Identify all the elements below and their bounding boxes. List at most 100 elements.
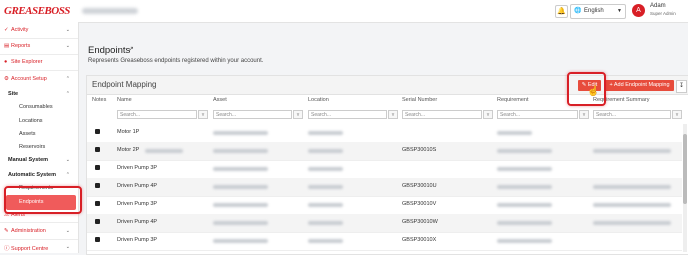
filter-icon[interactable]: ▿: [388, 110, 398, 119]
filter-icon[interactable]: ▿: [579, 110, 589, 119]
sidebar-group-manual-system[interactable]: Manual System: [8, 157, 48, 163]
vertical-scrollbar[interactable]: [683, 124, 687, 252]
blurred-cell: [213, 203, 268, 207]
sidebar-item-locations[interactable]: Locations: [19, 118, 43, 124]
cell-serial: GBSP30010V: [402, 201, 437, 207]
note-icon[interactable]: [95, 129, 100, 134]
blurred-cell: [497, 203, 552, 207]
table-row[interactable]: Motor 1P: [87, 124, 682, 143]
sidebar-item-reports[interactable]: ▤ Reports: [4, 43, 30, 49]
blurred-cell: [145, 149, 183, 153]
avatar[interactable]: A: [632, 4, 645, 17]
cell-serial: GBSP30010W: [402, 219, 438, 225]
user-name[interactable]: Adam: [650, 3, 666, 9]
add-endpoint-mapping-button[interactable]: + Add Endpoint Mapping: [605, 80, 674, 91]
search-input-location[interactable]: Search...: [308, 110, 387, 119]
sidebar-item-reservoirs[interactable]: Reservoirs: [19, 144, 45, 150]
blurred-cell: [497, 185, 552, 189]
sidebar-item-assets[interactable]: Assets: [19, 131, 36, 137]
table-row[interactable]: Motor 2P GBSP30010S: [87, 142, 682, 161]
blurred-cell: [593, 149, 671, 153]
sidebar-item-administration[interactable]: ✎ Administration: [4, 228, 46, 234]
blurred-cell: [308, 239, 343, 243]
globe-icon: 🌐: [574, 8, 582, 14]
blurred-cell: [497, 149, 552, 153]
column-header-requirement[interactable]: Requirement: [497, 97, 529, 103]
language-select[interactable]: 🌐 English ▼: [570, 4, 626, 19]
filter-icon[interactable]: ▿: [198, 110, 208, 119]
column-header-name[interactable]: Name: [117, 97, 132, 103]
chevron-down-icon[interactable]: ⌄: [66, 27, 70, 33]
table-row[interactable]: Driven Pump 4P GBSP30010W: [87, 214, 682, 233]
note-icon[interactable]: [95, 165, 100, 170]
chevron-down-icon: ▼: [617, 8, 622, 14]
column-header-asset[interactable]: Asset: [213, 97, 227, 103]
blurred-site-name: [82, 8, 138, 14]
blurred-cell: [308, 185, 343, 189]
sidebar-group-automatic-system[interactable]: Automatic System: [8, 172, 56, 178]
chevron-down-icon[interactable]: ⌄: [66, 228, 70, 234]
column-header-serial-number[interactable]: Serial Number: [402, 97, 437, 103]
blurred-cell: [213, 131, 268, 135]
scrollbar-thumb[interactable]: [683, 134, 687, 204]
cell-name: Driven Pump 4P: [117, 219, 158, 225]
filter-icon[interactable]: ▿: [483, 110, 493, 119]
blurred-cell: [593, 185, 671, 189]
filter-icon[interactable]: ▿: [293, 110, 303, 119]
sidebar-group-site[interactable]: Site: [8, 91, 18, 97]
bell-icon[interactable]: 🔔: [555, 5, 568, 18]
table-row[interactable]: Driven Pump 3P GBSP30010X: [87, 232, 682, 251]
hand-cursor-icon: ☝: [587, 86, 600, 97]
sidebar-item-site-explorer[interactable]: ● Site Explorer: [4, 59, 43, 65]
sidebar-item-consumables[interactable]: Consumables: [19, 104, 53, 110]
chevron-down-icon[interactable]: ⌄: [66, 43, 70, 49]
cell-name: Driven Pump 4P: [117, 183, 158, 189]
sidebar-item-account-setup[interactable]: ⚙ Account Setup: [4, 76, 47, 82]
note-icon[interactable]: [95, 201, 100, 206]
chevron-up-icon[interactable]: ⌃: [66, 76, 70, 82]
search-input-requirement[interactable]: Search...: [497, 110, 578, 119]
note-icon[interactable]: [95, 219, 100, 224]
chevron-down-icon[interactable]: ⌄: [66, 157, 70, 163]
external-link-icon[interactable]: ↗: [128, 45, 134, 53]
cell-name: Driven Pump 3P: [117, 237, 158, 243]
cell-name: Motor 1P: [117, 129, 140, 135]
cell-name: Driven Pump 3P: [117, 165, 158, 171]
search-input-requirement-summary[interactable]: Search...: [593, 110, 671, 119]
blurred-cell: [213, 167, 268, 171]
sidebar-item-support-centre[interactable]: ⓘSupport Centre: [4, 244, 48, 252]
note-icon[interactable]: [95, 237, 100, 242]
table-row[interactable]: Driven Pump 3P: [87, 160, 682, 179]
table-row[interactable]: Driven Pump 3P GBSP30010V: [87, 196, 682, 215]
search-input-serial-number[interactable]: Search...: [402, 110, 482, 119]
highlight-endpoints-callout: [4, 186, 82, 214]
user-role: Super Admin: [650, 11, 676, 16]
sidebar: ✓ Activity ⌄ ▤ Reports ⌄ ● Site Explorer ⚙ A…: [0, 22, 79, 253]
blurred-cell: [213, 149, 268, 153]
search-input-name[interactable]: Search...: [117, 110, 197, 119]
cell-serial: GBSP30010S: [402, 147, 437, 153]
sidebar-item-activity[interactable]: ✓ Activity: [4, 27, 28, 33]
search-input-asset[interactable]: Search...: [213, 110, 292, 119]
blurred-cell: [497, 131, 532, 135]
card-title: Endpoint Mapping: [92, 80, 157, 89]
blurred-cell: [308, 167, 343, 171]
chevron-up-icon[interactable]: ⌃: [66, 172, 70, 178]
table-row[interactable]: Driven Pump 4P GBSP30010U: [87, 178, 682, 197]
wrench-icon: ✎: [4, 228, 9, 234]
filter-icon[interactable]: ▿: [672, 110, 682, 119]
note-icon[interactable]: [95, 147, 100, 152]
cell-serial: GBSP30010U: [402, 183, 437, 189]
blurred-cell: [213, 239, 268, 243]
cell-serial: GBSP30010X: [402, 237, 437, 243]
column-header-location[interactable]: Location: [308, 97, 329, 103]
download-icon[interactable]: ↧: [676, 80, 687, 93]
greaseboss-logo[interactable]: GREASEBOSS: [4, 5, 70, 17]
chevron-up-icon[interactable]: ⌃: [66, 91, 70, 97]
blurred-cell: [213, 185, 268, 189]
page-title: Endpoints: [88, 45, 131, 56]
chevron-down-icon[interactable]: ⌄: [66, 244, 70, 250]
column-header-notes[interactable]: Notes: [92, 97, 106, 103]
note-icon[interactable]: [95, 183, 100, 188]
page-subtitle: Represents Greaseboss endpoints register…: [88, 58, 264, 64]
